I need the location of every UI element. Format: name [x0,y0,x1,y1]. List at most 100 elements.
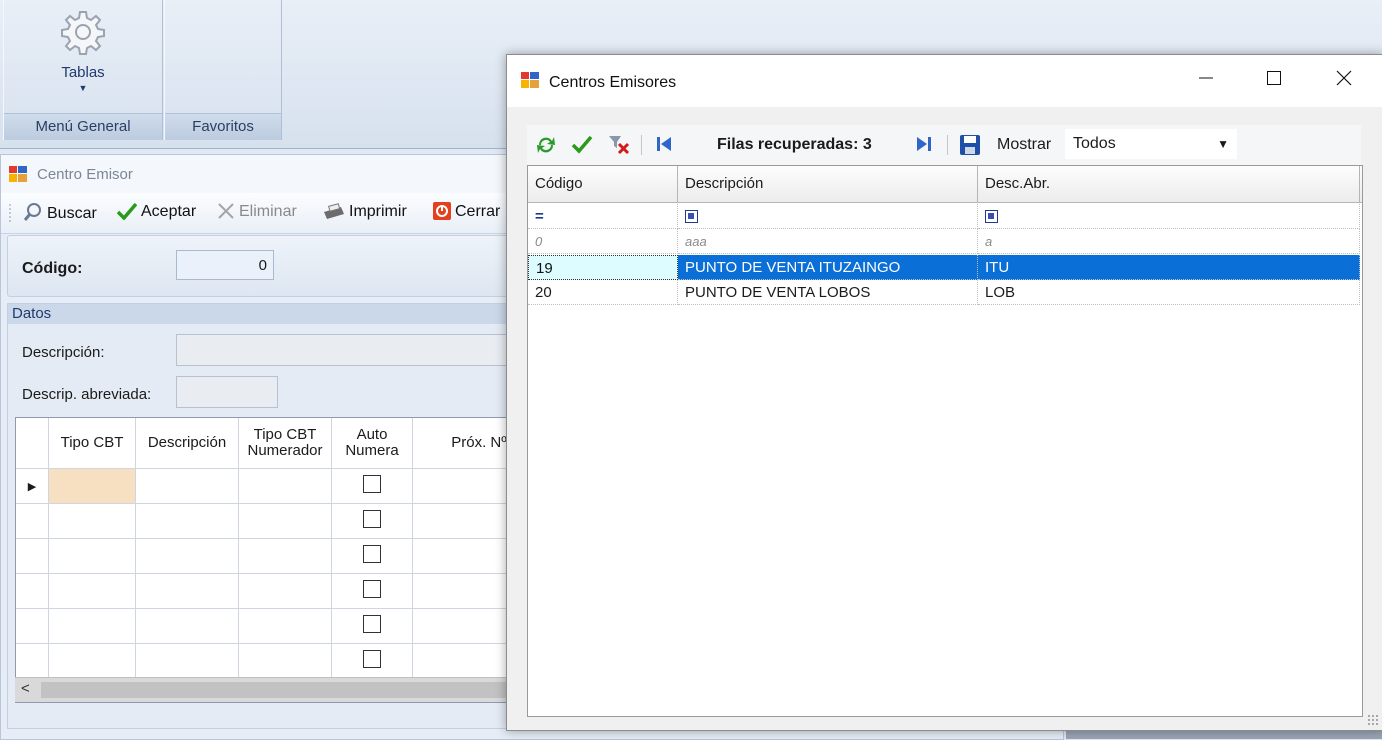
filter-icon[interactable] [985,210,998,223]
cerrar-button[interactable]: Cerrar [433,202,500,221]
magnifier-icon [23,203,41,221]
close-button[interactable] [1321,63,1367,99]
filter-cell-codigo[interactable]: = [528,204,678,229]
minimize-button[interactable] [1183,63,1229,99]
accept-button[interactable] [571,134,593,157]
table-cell[interactable]: ITU [978,255,1360,280]
clear-filter-button[interactable] [607,134,631,159]
imprimir-button[interactable]: Imprimir [321,202,407,221]
filter-cell-desc-abr[interactable] [978,204,1360,229]
chevron-down-icon: ▼ [1217,137,1229,151]
table-row[interactable]: 19 PUNTO DE VENTA ITUZAINGO ITU [528,255,1362,280]
filter-row[interactable]: = [528,204,1362,229]
new-row[interactable]: 0 aaa a [528,229,1362,254]
table-cell[interactable] [48,468,136,504]
mostrar-select[interactable]: Todos ▼ [1065,129,1237,159]
auto-numera-checkbox[interactable] [331,538,413,574]
auto-numera-checkbox[interactable] [331,503,413,539]
table-row[interactable]: 20 PUNTO DE VENTA LOBOS LOB [528,280,1362,305]
first-record-button[interactable] [655,134,673,157]
buscar-button[interactable]: Buscar [23,202,97,223]
maximize-button[interactable] [1251,63,1297,99]
table-cell[interactable]: PUNTO DE VENTA LOBOS [678,280,978,305]
column-header[interactable]: Auto Numera [331,418,413,469]
column-header-desc-abr[interactable]: Desc.Abr. [978,166,1360,202]
table-row[interactable] [16,538,546,574]
gear-icon [61,11,105,55]
equals-filter-icon[interactable]: = [535,208,544,225]
printer-icon [324,203,344,219]
column-header-codigo[interactable]: Código [528,166,678,202]
dialog-title: Centros Emisores [549,74,677,91]
table-cell[interactable] [135,468,239,504]
centros-emisores-dialog: Centros Emisores Filas recuperadas: 3 Mo… [506,54,1382,731]
resize-grip[interactable] [1367,714,1379,726]
chevron-down-icon: ▼ [78,83,88,93]
table-row[interactable] [16,643,546,679]
table-row[interactable] [16,608,546,644]
aceptar-button[interactable]: Aceptar [116,202,197,221]
table-row[interactable] [16,573,546,609]
close-door-icon [433,202,451,220]
refresh-icon [537,137,555,153]
table-cell[interactable]: aaa [678,229,978,254]
table-cell[interactable]: PUNTO DE VENTA ITUZAINGO [678,255,978,280]
toolbar-separator [641,135,642,155]
window-title: Centro Emisor [37,166,133,183]
checkmark-icon [116,202,138,221]
table-cell[interactable]: a [978,229,1360,254]
column-header[interactable]: Tipo CBT Numerador [238,418,332,469]
table-cell[interactable]: 19 [528,255,678,280]
eliminar-button[interactable]: Eliminar [217,202,297,221]
table-cell[interactable]: 0 [528,229,678,254]
codigo-label: Código: [22,260,83,277]
save-button[interactable] [959,134,981,159]
filter-icon[interactable] [685,210,698,223]
tablas-button[interactable]: Tablas ▼ [4,2,162,93]
window-app-icon [9,166,27,182]
table-cell[interactable]: LOB [978,280,1360,305]
auto-numera-checkbox[interactable] [331,643,413,679]
eliminar-label: Eliminar [239,203,297,220]
column-header-descripcion[interactable]: Descripción [678,166,978,202]
window-app-icon [521,72,539,88]
toolbar-separator [947,135,948,155]
tablas-label: Tablas [61,64,105,81]
refresh-button[interactable] [535,134,557,159]
scroll-thumb[interactable] [41,682,511,698]
column-header[interactable]: Descripción [135,418,239,469]
auto-numera-checkbox[interactable] [331,608,413,644]
table-row[interactable]: ▶ [16,468,546,504]
maximize-icon [1267,71,1281,85]
cerrar-label: Cerrar [455,203,501,220]
auto-numera-checkbox[interactable] [331,468,413,504]
filas-recuperadas-text: Filas recuperadas: 3 [717,136,872,153]
first-record-icon [657,137,671,151]
column-header[interactable]: Tipo CBT [48,418,136,469]
descripcion-label: Descripción: [22,344,105,361]
horizontal-scrollbar[interactable]: < [15,677,515,702]
toolbar-grip[interactable] [9,203,11,223]
dialog-titlebar: Centros Emisores [507,55,1382,107]
descrip-abreviada-input[interactable] [176,376,278,408]
delete-x-icon [218,203,234,219]
clear-filter-icon [609,136,630,155]
ribbon-group-caption: Menú General [4,113,162,140]
ribbon-group-caption: Favoritos [165,113,281,140]
ribbon-group-favoritos: Favoritos [164,0,282,140]
last-record-icon [917,137,931,151]
ribbon-group-menu-general: Tablas ▼ Menú General [3,0,163,140]
last-record-button[interactable] [915,134,933,157]
row-header-corner [16,418,49,469]
filter-cell-descripcion[interactable] [678,204,978,229]
centros-grid: Código Descripción Desc.Abr. = 0 aaa a 1… [527,165,1363,717]
table-cell[interactable]: 20 [528,280,678,305]
aceptar-label: Aceptar [141,203,197,220]
codigo-input[interactable]: 0 [176,250,274,280]
auto-numera-checkbox[interactable] [331,573,413,609]
checkmark-icon [571,135,593,154]
scroll-left-icon[interactable]: < [21,680,30,697]
table-cell[interactable] [238,468,332,504]
descrip-abreviada-label: Descrip. abreviada: [22,386,152,403]
table-row[interactable] [16,503,546,539]
